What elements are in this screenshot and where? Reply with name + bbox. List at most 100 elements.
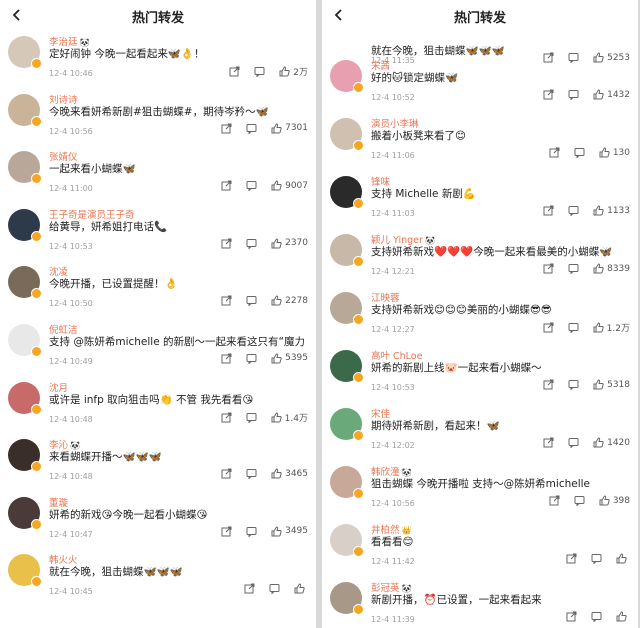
username[interactable]: 演员小李琳 xyxy=(371,116,421,130)
share-button[interactable] xyxy=(543,437,554,448)
list-item[interactable]: 董璇 妍希的新戏😘今晚一起看小蝴蝶😘 12-4 10:47 3495 xyxy=(0,493,316,551)
comment-button[interactable] xyxy=(568,263,579,274)
share-button[interactable] xyxy=(543,322,554,333)
like-button[interactable] xyxy=(616,611,630,622)
share-button[interactable] xyxy=(549,147,560,158)
list-item[interactable]: 李治廷 🐼 定好闹钟 今晚一起看起来🦋👌！ 12-4 10:46 2万 xyxy=(0,32,316,90)
username[interactable]: 彭冠英 🐼 xyxy=(371,580,411,594)
username[interactable]: 沈月 xyxy=(49,380,70,394)
share-button[interactable] xyxy=(221,123,232,134)
share-button[interactable] xyxy=(549,495,560,506)
like-button[interactable]: 1.4万 xyxy=(271,411,308,424)
username[interactable]: 倪虹洁 xyxy=(49,322,80,336)
comment-button[interactable] xyxy=(269,583,280,595)
list-item[interactable]: 沈凌 今晚开播，已设置提醒！👌 12-4 10:50 2278 xyxy=(0,262,316,320)
list-item[interactable]: 宋茜 好的🐱锁定蝴蝶🦋 12-4 10:52 1432 xyxy=(322,56,638,114)
username[interactable]: 刘诗诗 xyxy=(49,92,80,106)
comment-button[interactable] xyxy=(591,611,602,622)
list-item[interactable]: 江映蓉 支持妍希新戏😊😊😊美丽的小蝴蝶😎😎 12-4 12:27 1.2万 xyxy=(322,288,638,346)
comment-button[interactable] xyxy=(591,553,602,564)
share-button[interactable] xyxy=(221,295,232,306)
back-button[interactable] xyxy=(6,4,28,26)
comment-button[interactable] xyxy=(246,295,257,307)
like-button[interactable]: 1420 xyxy=(593,437,630,448)
share-button[interactable] xyxy=(543,263,554,274)
share-button[interactable] xyxy=(229,66,240,77)
share-button[interactable] xyxy=(221,468,232,479)
like-button[interactable] xyxy=(294,583,308,594)
comment-button[interactable] xyxy=(574,495,585,506)
comment-button[interactable] xyxy=(246,526,257,537)
share-button[interactable] xyxy=(221,412,232,423)
username[interactable]: 锋味 xyxy=(371,174,392,188)
like-button[interactable]: 1133 xyxy=(593,205,630,216)
username[interactable]: 颖儿 Yinger 🐼 xyxy=(371,232,435,246)
username[interactable]: 韩欣潼 🐼 xyxy=(371,464,411,478)
like-button[interactable]: 130 xyxy=(599,147,630,158)
like-button[interactable] xyxy=(616,553,630,564)
username[interactable]: 宋佳 xyxy=(371,406,392,420)
share-button[interactable] xyxy=(221,526,232,537)
list-item[interactable]: 高叶 ChLoe 妍希的新剧上线🐷一起来看小蝴蝶～ 12-4 10:53 531… xyxy=(322,346,638,404)
share-button[interactable] xyxy=(543,379,554,390)
comment-button[interactable] xyxy=(246,123,257,134)
username[interactable]: 王子奇是演员王子奇 xyxy=(49,207,137,221)
like-button[interactable]: 2万 xyxy=(279,65,308,78)
share-button[interactable] xyxy=(543,205,554,216)
comment-button[interactable] xyxy=(246,238,257,249)
like-button[interactable]: 5395 xyxy=(271,353,308,364)
username[interactable]: 井柏然 👑 xyxy=(371,522,411,536)
like-button[interactable]: 398 xyxy=(599,495,630,506)
comment-button[interactable] xyxy=(246,353,257,364)
username[interactable]: 江映蓉 xyxy=(371,290,402,304)
list-item[interactable]: 锋味 支持 Michelle 新剧💪 12-4 11:03 1133 xyxy=(322,172,638,230)
like-button[interactable]: 1.2万 xyxy=(593,321,630,334)
comment-button[interactable] xyxy=(568,205,579,216)
list-item[interactable]: 彭冠英 🐼 新剧开播，⏰已设置，一起来看起来 12-4 11:39 xyxy=(322,578,638,628)
share-button[interactable] xyxy=(566,611,577,622)
comment-button[interactable] xyxy=(254,66,265,77)
comment-button[interactable] xyxy=(568,437,579,448)
like-button[interactable]: 2370 xyxy=(271,238,308,249)
like-button[interactable]: 3495 xyxy=(271,526,308,537)
comment-button[interactable] xyxy=(568,322,579,333)
share-button[interactable] xyxy=(244,583,255,594)
list-item[interactable]: 倪虹洁 支持 @陈妍希michelle 的新剧～一起来看这只有“魔力”的小蝴蝶🦋… xyxy=(0,320,316,378)
username[interactable]: 沈凌 xyxy=(49,264,70,278)
list-item[interactable]: 井柏然 👑 看看看😊 12-4 11:42 xyxy=(322,520,638,578)
list-item[interactable]: 张婧仪 一起来看小蝴蝶🦋 12-4 11:00 9007 xyxy=(0,147,316,205)
comment-button[interactable] xyxy=(246,180,257,192)
share-button[interactable] xyxy=(566,553,577,564)
like-button[interactable]: 3465 xyxy=(271,468,308,479)
share-button[interactable] xyxy=(543,89,554,100)
list-item[interactable]: 韩欣潼 🐼 狙击蝴蝶 今晚开播啦 支持～@陈妍希michelle 12-4 10:… xyxy=(322,462,638,520)
share-button[interactable] xyxy=(221,353,232,364)
like-button[interactable]: 7301 xyxy=(271,123,308,134)
list-item[interactable]: 刘诗诗 今晚来看妍希新剧#狙击蝴蝶#，期待岑矜～🦋 12-4 10:56 730… xyxy=(0,90,316,148)
comment-button[interactable] xyxy=(568,89,579,100)
comment-button[interactable] xyxy=(568,379,579,390)
list-item[interactable]: 沈月 或许是 infp 取向狙击吗👏 不管 我先看看😘 12-4 10:48 1… xyxy=(0,378,316,436)
comment-button[interactable] xyxy=(574,147,585,158)
like-button[interactable]: 9007 xyxy=(271,180,308,191)
username[interactable]: 李沁 🐼 xyxy=(49,437,80,451)
username[interactable]: 宋茜 xyxy=(371,58,392,72)
share-button[interactable] xyxy=(221,180,232,191)
list-item[interactable]: 演员小李琳 搬着小板凳来看了😊 12-4 11:06 130 xyxy=(322,114,638,172)
username[interactable]: 张婧仪 xyxy=(49,149,80,163)
like-button[interactable]: 8339 xyxy=(593,263,630,274)
like-button[interactable]: 5318 xyxy=(593,379,630,390)
username[interactable]: 李治廷 🐼 xyxy=(49,34,89,48)
list-item[interactable]: 宋佳 期待妍希新剧，看起来！🦋 12-4 12:02 1420 xyxy=(322,404,638,462)
share-button[interactable] xyxy=(221,238,232,249)
username[interactable]: 高叶 ChLoe xyxy=(371,348,424,362)
list-item[interactable]: 王子奇是演员王子奇 给黄导，妍希姐打电话📞 12-4 10:53 2370 xyxy=(0,205,316,263)
like-button[interactable]: 2278 xyxy=(271,295,308,306)
like-button[interactable]: 1432 xyxy=(593,89,630,100)
comment-button[interactable] xyxy=(246,412,257,423)
username[interactable]: 韩火火 xyxy=(49,552,80,566)
list-item[interactable]: 韩火火 就在今晚，狙击蝴蝶🦋🦋🦋 12-4 10:45 xyxy=(0,550,316,608)
list-item[interactable]: 李沁 🐼 来看蝴蝶开播～🦋🦋🦋 12-4 10:48 3465 xyxy=(0,435,316,493)
username[interactable]: 董璇 xyxy=(49,495,70,509)
comment-button[interactable] xyxy=(246,468,257,480)
